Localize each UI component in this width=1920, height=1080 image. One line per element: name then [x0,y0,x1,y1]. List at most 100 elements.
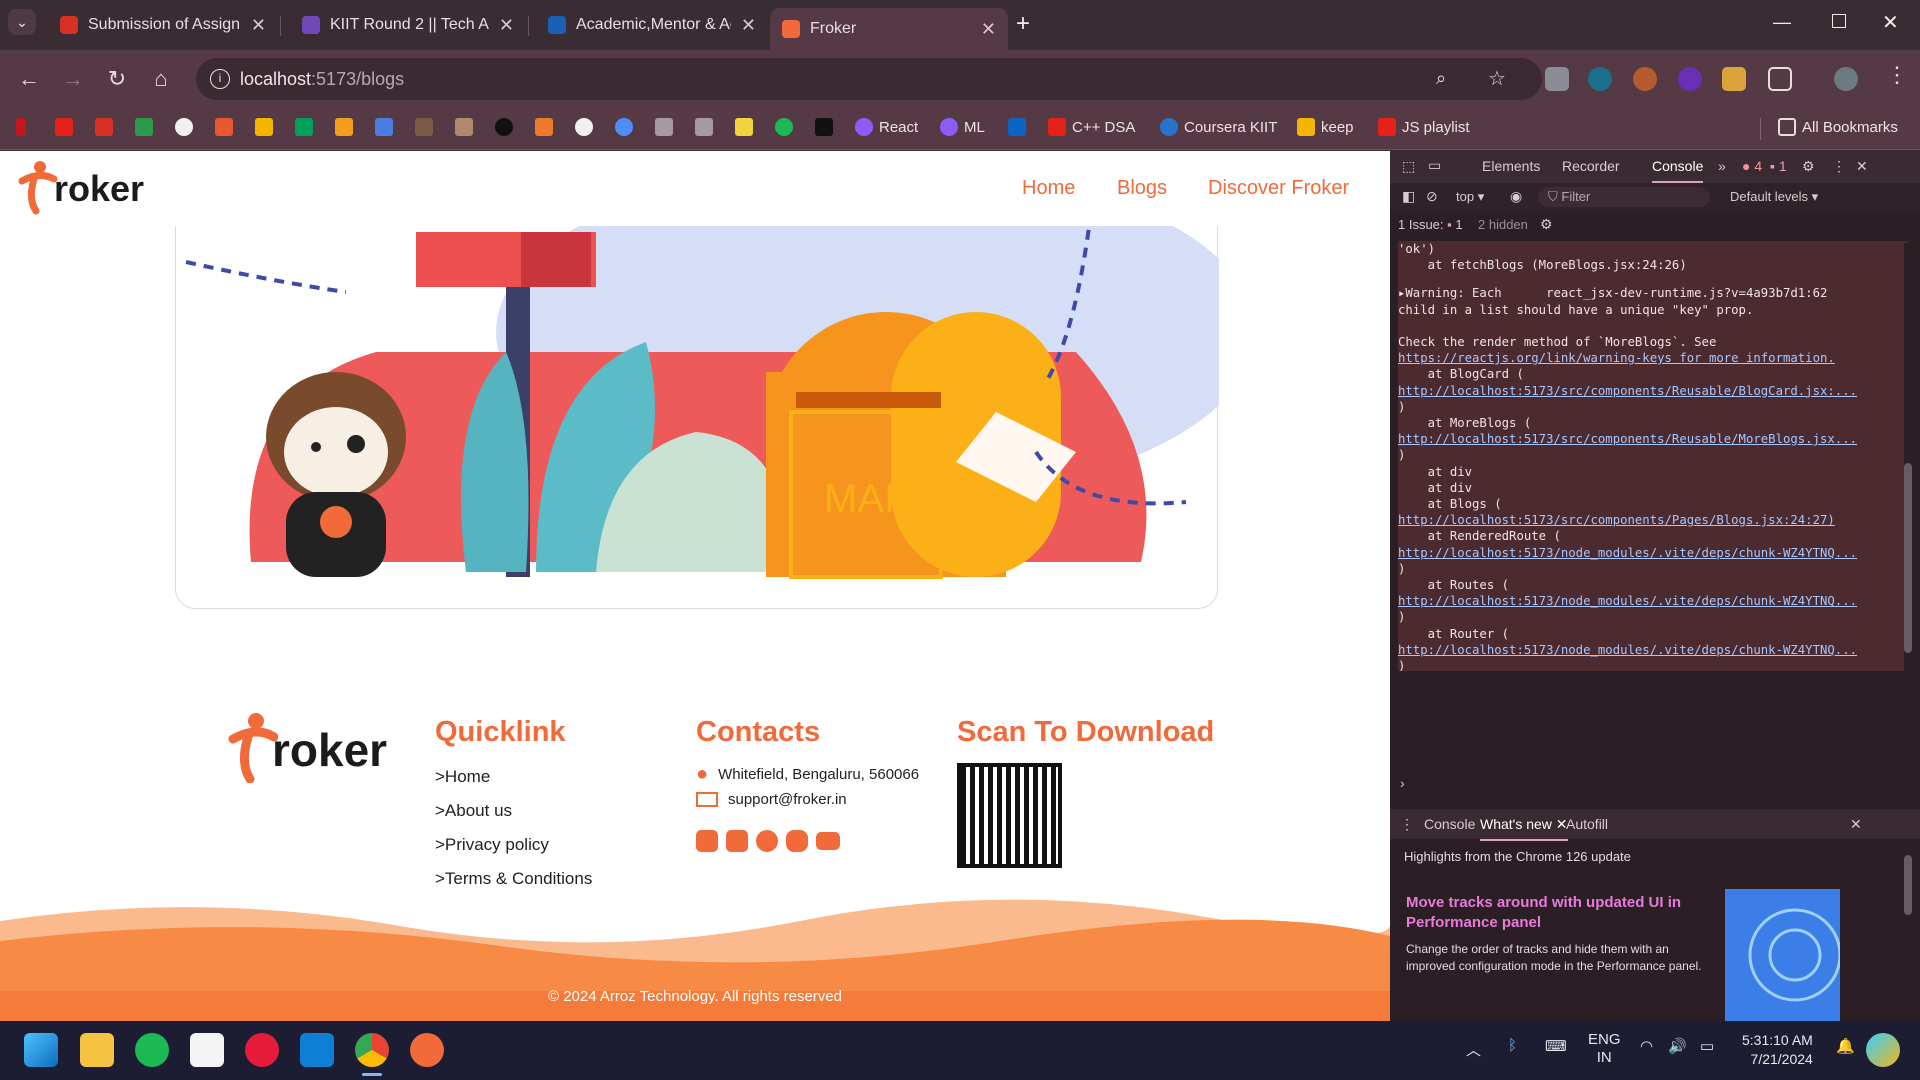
nav-blogs[interactable]: Blogs [1117,177,1167,200]
bluetooth-icon[interactable]: ᛒ [1508,1037,1517,1054]
extension-icon[interactable] [1678,67,1702,91]
bookmark-youtube[interactable] [55,118,73,136]
bookmark-linkedin[interactable] [1008,118,1026,136]
nav-home[interactable]: Home [1022,177,1075,200]
inspect-element-icon[interactable]: ⬚ [1402,158,1415,175]
qr-code[interactable] [957,763,1062,868]
bookmark-avatar[interactable] [415,118,433,136]
footer-link-about[interactable]: >About us [435,801,512,821]
back-icon[interactable]: ← [14,64,44,94]
more-tabs-icon[interactable]: » [1718,158,1726,174]
site-info-icon[interactable]: i [210,69,230,89]
close-icon[interactable]: ✕ [251,15,266,36]
close-icon[interactable]: ✕ [741,15,756,36]
sidebar-toggle-icon[interactable]: ◧ [1402,188,1415,205]
minimize-icon[interactable]: — [1773,12,1791,33]
froker-logo[interactable]: roker [18,159,144,215]
bookmark-cpp-dsa[interactable]: C++ DSA [1048,118,1135,136]
copilot-icon[interactable] [1866,1033,1900,1067]
keyboard-icon[interactable]: ⌨ [1545,1037,1567,1055]
footer-link-privacy[interactable]: >Privacy policy [435,835,549,855]
bookmark-ml[interactable]: ML [940,118,985,136]
bookmark-avatar[interactable] [455,118,473,136]
language-indicator[interactable]: ENG IN [1588,1031,1621,1067]
console-link[interactable]: http://localhost:5173/src/components/Pag… [1398,512,1908,528]
bookmark-star-icon[interactable]: ☆ [1488,66,1506,91]
facebook-icon[interactable] [756,830,778,852]
bookmark-x[interactable] [215,118,233,136]
bookmark-meet[interactable] [295,118,313,136]
froker-icon[interactable] [410,1033,444,1067]
bookmark-gmail[interactable] [95,118,113,136]
bookmark-coding[interactable] [535,118,553,136]
console-link[interactable]: http://localhost:5173/node_modules/.vite… [1398,642,1908,658]
device-toolbar-icon[interactable]: ▭ [1428,157,1441,174]
devtools-tab-console[interactable]: Console [1652,158,1704,183]
error-count-badge[interactable]: ● 4 [1742,158,1762,174]
notion-icon[interactable] [190,1033,224,1067]
profile-avatar[interactable] [1834,67,1858,91]
console-filter-input[interactable]: ⛉ Filter [1538,187,1710,207]
file-explorer-icon[interactable] [80,1033,114,1067]
spotify-icon[interactable] [135,1033,169,1067]
drawer-tab-console[interactable]: Console [1424,816,1475,832]
console-prompt[interactable]: › [1400,775,1405,791]
bookmark-chatgpt[interactable] [575,118,593,136]
battery-icon[interactable]: ▭ [1700,1037,1714,1055]
windows-start-icon[interactable] [24,1033,58,1067]
context-select[interactable]: top ▾ [1456,189,1484,205]
issues-label[interactable]: 1 Issue: ▪ 1 [1398,217,1463,232]
drawer-tab-whats-new[interactable]: What's new ✕ [1480,816,1568,841]
bookmark-unity[interactable] [655,118,673,136]
all-bookmarks[interactable]: All Bookmarks [1778,118,1898,136]
menu-kebab-icon[interactable]: ⋮ [1832,158,1846,175]
eye-icon[interactable]: ◉ [1510,188,1522,205]
bookmark-unity[interactable] [695,118,713,136]
extension-icon[interactable] [1633,67,1657,91]
bookmark-leetcode[interactable] [335,118,353,136]
bookmark-coursera[interactable]: Coursera KIIT [1160,118,1277,136]
clock[interactable]: 5:31:10 AM 7/21/2024 [1742,1031,1813,1069]
extension-icon[interactable] [1588,67,1612,91]
vscode-icon[interactable] [300,1033,334,1067]
reload-icon[interactable]: ↻ [102,64,132,94]
console-link[interactable]: https://reactjs.org/link/warning-keys fo… [1398,350,1908,366]
youtube-icon[interactable] [816,832,840,850]
news-title[interactable]: Move tracks around with updated UI in Pe… [1406,893,1706,933]
twitter-icon[interactable] [696,830,718,852]
chrome-icon[interactable] [355,1033,389,1067]
address-bar[interactable]: i localhost:5173/blogs ⌕ ☆ [196,58,1542,100]
forward-icon[interactable]: → [58,64,88,94]
close-icon[interactable]: ✕ [499,15,514,36]
bookmark-drive[interactable] [135,118,153,136]
browser-tab-froker[interactable]: Froker ✕ [770,8,1008,50]
devtools-tab-elements[interactable]: Elements [1482,158,1540,174]
footer-link-home[interactable]: >Home [435,767,490,787]
settings-gear-icon[interactable]: ⚙ [1540,216,1553,233]
browser-tab-gmail[interactable]: Submission of Assignment of Fr ✕ [48,8,278,42]
bookmark-github[interactable] [175,118,193,136]
extension-icon[interactable] [1722,67,1746,91]
console-link[interactable]: http://localhost:5173/node_modules/.vite… [1398,545,1908,561]
bookmark-smiley[interactable] [495,118,513,136]
console-scrollbar[interactable] [1904,243,1914,803]
browser-tab-sap[interactable]: Academic,Mentor & Address De ✕ [536,8,768,42]
footer-froker-logo[interactable]: roker [228,711,387,783]
message-count-badge[interactable]: ▪ 1 [1770,158,1787,174]
restore-icon[interactable] [1832,14,1846,28]
show-hidden-icons[interactable]: ︿ [1466,1039,1481,1060]
bookmark-hackerrank[interactable] [815,118,833,136]
bookmark-js-playlist[interactable]: JS playlist [1378,118,1470,136]
notification-bell-icon[interactable]: 🔔 [1836,1037,1855,1055]
drawer-tab-autofill[interactable]: Autofill [1566,816,1608,832]
console-link[interactable]: http://localhost:5173/src/components/Reu… [1398,383,1908,399]
linkedin-icon[interactable] [726,830,748,852]
tab-search-button[interactable]: ⌄ [8,9,36,35]
wifi-icon[interactable]: ◠ [1640,1037,1653,1055]
drawer-scrollbar[interactable] [1904,843,1914,1021]
bookmark-spotify[interactable] [775,118,793,136]
close-window-icon[interactable]: ✕ [1882,10,1899,35]
url-text[interactable]: localhost:5173/blogs [240,69,404,90]
nav-discover-froker[interactable]: Discover Froker [1208,177,1349,200]
clear-console-icon[interactable]: ⊘ [1426,188,1438,205]
